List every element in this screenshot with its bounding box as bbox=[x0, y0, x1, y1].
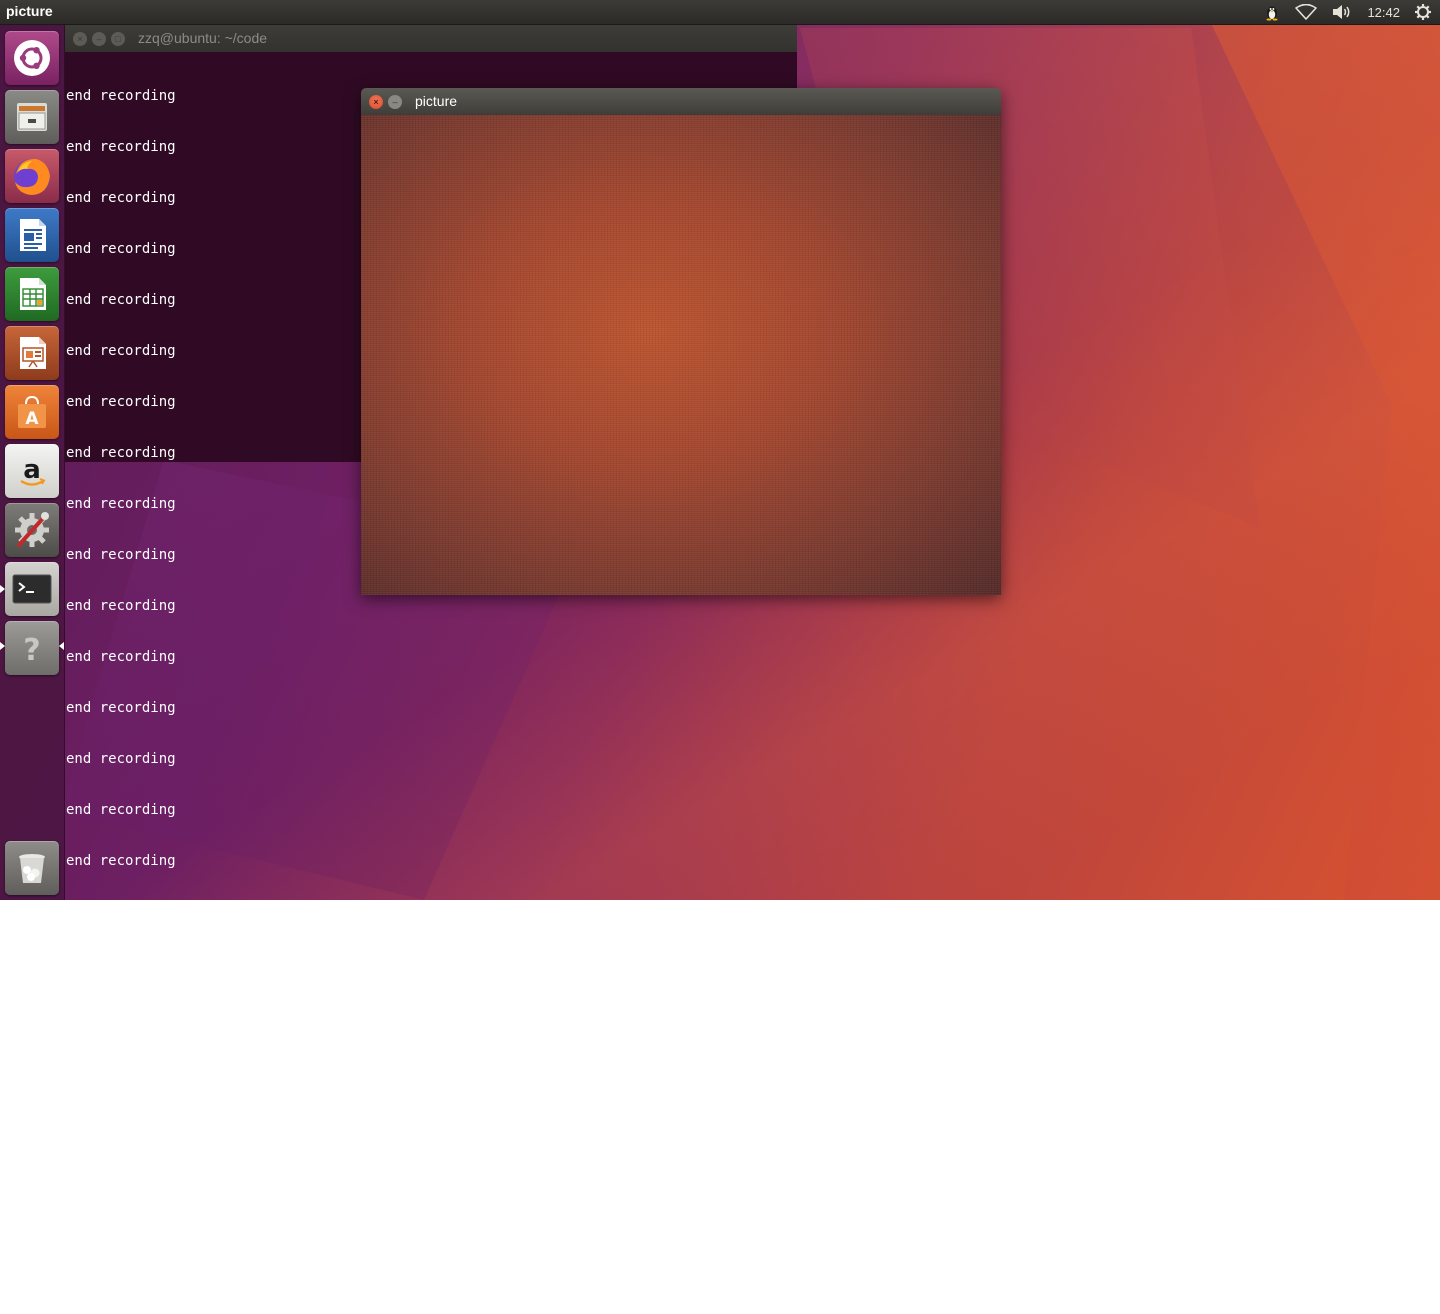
system-settings-icon bbox=[10, 508, 54, 552]
terminal-titlebar[interactable]: × – □ zzq@ubuntu: ~/code bbox=[65, 25, 797, 52]
libreoffice-writer-icon bbox=[12, 215, 52, 255]
terminal-line: end recording bbox=[66, 1159, 176, 1175]
ubuntu-logo-icon bbox=[12, 38, 52, 78]
indicator-area: 12:42 bbox=[1263, 0, 1432, 24]
launcher-help[interactable]: ? bbox=[5, 621, 59, 675]
terminal-title: zzq@ubuntu: ~/code bbox=[138, 30, 268, 46]
libreoffice-calc-icon bbox=[12, 274, 52, 314]
launcher-writer[interactable] bbox=[5, 208, 59, 262]
terminal-line: end recording bbox=[66, 1057, 176, 1073]
maximize-icon: □ bbox=[115, 33, 121, 44]
launcher-terminal[interactable] bbox=[5, 562, 59, 616]
terminal-line: end recording bbox=[66, 853, 176, 869]
maximize-button[interactable]: □ bbox=[111, 32, 125, 46]
launcher-calc[interactable] bbox=[5, 267, 59, 321]
terminal-line: end recording bbox=[66, 904, 176, 920]
minimize-button[interactable]: – bbox=[388, 95, 402, 109]
terminal-line: end recording bbox=[66, 1108, 176, 1124]
minimize-icon: – bbox=[392, 96, 398, 107]
minimize-button[interactable]: – bbox=[92, 32, 106, 46]
ubuntu-software-icon: A bbox=[12, 392, 52, 432]
camera-image bbox=[361, 115, 1001, 595]
terminal-line: end recording bbox=[66, 649, 176, 665]
close-icon: × bbox=[77, 33, 83, 44]
wifi-icon[interactable] bbox=[1295, 0, 1318, 24]
terminal-line: end recording bbox=[66, 751, 176, 767]
tux-icon[interactable] bbox=[1263, 0, 1281, 24]
launcher-firefox[interactable] bbox=[5, 149, 59, 203]
help-icon: ? bbox=[12, 628, 52, 668]
minimize-icon: – bbox=[96, 33, 102, 44]
terminal-prompt[interactable] bbox=[66, 1261, 797, 1280]
gear-icon[interactable] bbox=[1414, 0, 1432, 24]
clock[interactable]: 12:42 bbox=[1367, 0, 1400, 24]
launcher-software[interactable]: A bbox=[5, 385, 59, 439]
launcher-trash[interactable] bbox=[5, 841, 59, 895]
picture-window[interactable]: × – picture bbox=[361, 88, 1001, 595]
picture-titlebar[interactable]: × – picture bbox=[361, 88, 1001, 115]
close-button[interactable]: × bbox=[369, 95, 383, 109]
volume-icon[interactable] bbox=[1331, 0, 1353, 24]
wallpaper-facet bbox=[1200, 0, 1440, 900]
terminal-line: end recording bbox=[66, 598, 176, 614]
terminal-line: end recording bbox=[66, 700, 176, 716]
svg-text:a: a bbox=[23, 455, 41, 485]
launcher-impress[interactable] bbox=[5, 326, 59, 380]
launcher-settings[interactable] bbox=[5, 503, 59, 557]
launcher-files[interactable] bbox=[5, 90, 59, 144]
running-indicator bbox=[0, 642, 5, 650]
text-cursor bbox=[66, 1263, 76, 1280]
amazon-icon: a bbox=[12, 451, 52, 491]
libreoffice-impress-icon bbox=[12, 333, 52, 373]
focused-indicator bbox=[59, 642, 64, 650]
close-button[interactable]: × bbox=[73, 32, 87, 46]
launcher: A a ? bbox=[0, 24, 65, 900]
terminal-line: end recording bbox=[66, 1210, 176, 1226]
terminal-line: end recording bbox=[66, 1006, 176, 1022]
picture-title: picture bbox=[415, 93, 458, 109]
launcher-amazon[interactable]: a bbox=[5, 444, 59, 498]
trash-icon bbox=[12, 848, 52, 888]
close-icon: × bbox=[373, 96, 379, 107]
terminal-line: end recording bbox=[66, 955, 176, 971]
top-panel: picture 12:42 bbox=[0, 0, 1440, 25]
file-cabinet-icon bbox=[12, 97, 52, 137]
svg-text:?: ? bbox=[23, 633, 40, 668]
firefox-icon bbox=[10, 154, 54, 198]
terminal-line: end recording bbox=[66, 802, 176, 818]
running-indicator bbox=[0, 585, 5, 593]
svg-text:A: A bbox=[25, 409, 39, 429]
terminal-icon bbox=[11, 569, 53, 609]
active-app-title: picture bbox=[6, 3, 53, 19]
launcher-ubuntu-dash[interactable] bbox=[5, 31, 59, 85]
